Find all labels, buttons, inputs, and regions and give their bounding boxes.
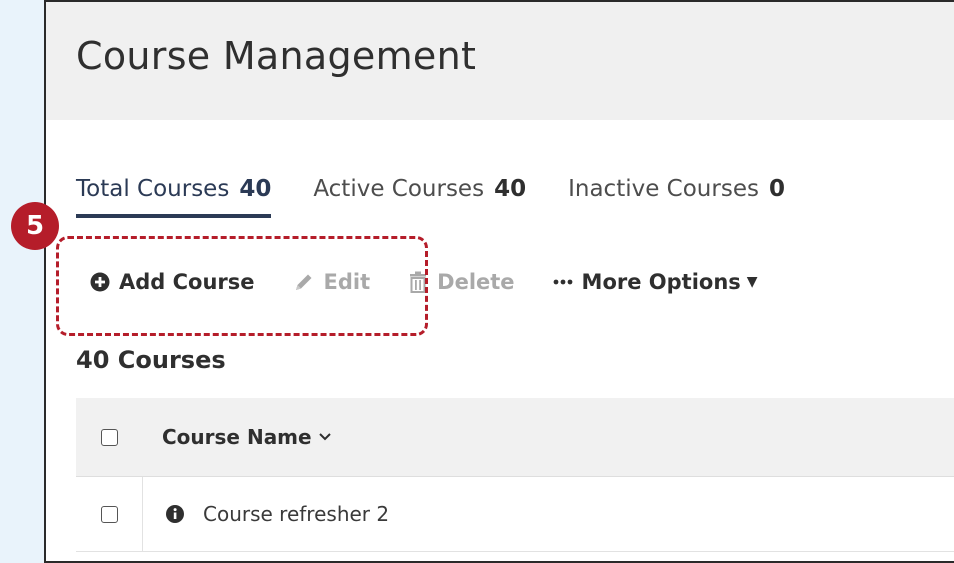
tab-total-courses[interactable]: Total Courses 40 [76, 176, 272, 218]
tab-count: 40 [239, 176, 272, 202]
column-label: Course Name [162, 425, 312, 449]
more-options-button[interactable]: More Options ▼ [553, 270, 758, 294]
select-all-cell [76, 398, 142, 476]
tab-inactive-courses[interactable]: Inactive Courses 0 [568, 176, 785, 216]
plus-circle-icon [90, 272, 110, 292]
course-count: 40 Courses [76, 346, 226, 374]
select-all-checkbox[interactable] [100, 428, 118, 446]
course-management-panel: Course Management Total Courses 40 Activ… [44, 0, 954, 563]
row-select-cell [76, 477, 143, 551]
trash-icon [408, 271, 428, 293]
add-course-button[interactable]: Add Course [90, 270, 255, 294]
tab-count: 0 [768, 176, 785, 202]
ellipsis-icon [553, 278, 573, 286]
tab-label: Active Courses [313, 176, 485, 202]
course-toolbar: Add Course Edit Delete More Options ▼ [90, 270, 796, 294]
course-name[interactable]: Course refresher 2 [203, 502, 389, 526]
info-icon[interactable] [165, 504, 185, 524]
more-options-label: More Options [581, 270, 741, 294]
row-checkbox[interactable] [100, 505, 118, 523]
page-title: Course Management [76, 34, 477, 78]
step-badge: 5 [11, 202, 59, 250]
tab-label: Total Courses [76, 176, 230, 202]
course-name-cell: Course refresher 2 [165, 502, 389, 526]
pencil-icon [293, 271, 315, 293]
courses-table: Course Name Course refresher 2 [76, 398, 954, 552]
chevron-down-icon [318, 432, 332, 442]
caret-down-icon: ▼ [746, 274, 758, 290]
tab-count: 40 [494, 176, 527, 202]
edit-label: Edit [323, 270, 371, 294]
edit-button[interactable]: Edit [293, 270, 371, 294]
delete-button[interactable]: Delete [408, 270, 515, 294]
delete-label: Delete [437, 270, 515, 294]
tab-label: Inactive Courses [568, 176, 759, 202]
tab-active-courses[interactable]: Active Courses 40 [313, 176, 526, 216]
page-header: Course Management [46, 2, 954, 120]
column-header-course-name[interactable]: Course Name [162, 425, 332, 449]
course-tabs: Total Courses 40 Active Courses 40 Inact… [76, 176, 827, 218]
table-row[interactable]: Course refresher 2 [76, 477, 954, 552]
add-course-label: Add Course [119, 270, 255, 294]
table-header: Course Name [76, 398, 954, 477]
